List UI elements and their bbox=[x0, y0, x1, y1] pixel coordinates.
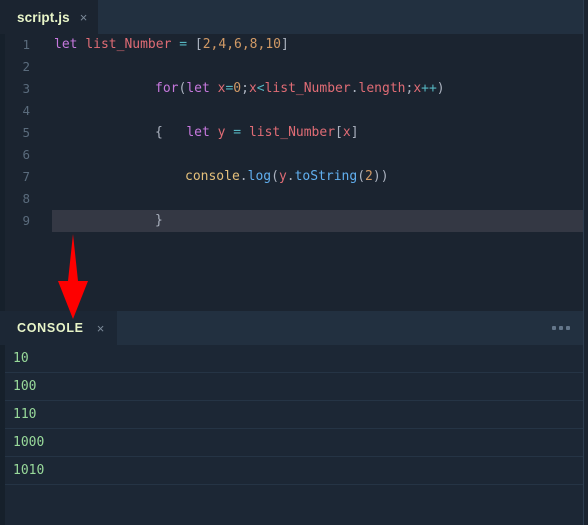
code-tokens: { let y = list_Number[x] bbox=[52, 122, 588, 144]
code-tokens: let list_Number = [2,4,6,8,10] bbox=[52, 34, 588, 56]
console-output-row: 110 bbox=[0, 401, 588, 429]
code-line[interactable]: 7 console.log(y.toString(2)) bbox=[0, 166, 588, 188]
code-token: ( bbox=[357, 169, 366, 184]
console-header-bar: CONSOLE × bbox=[0, 311, 588, 345]
code-token: { bbox=[155, 125, 163, 140]
code-token: console bbox=[185, 169, 240, 184]
code-token: length bbox=[358, 81, 406, 96]
code-token: . bbox=[286, 169, 295, 184]
code-token: x bbox=[342, 125, 351, 140]
code-line-content: console.log(y.toString(2)) bbox=[52, 166, 588, 188]
console-header-empty-space bbox=[117, 311, 588, 345]
editor-tab-bar: script.js × bbox=[0, 0, 588, 34]
code-line-content: { let y = list_Number[x] bbox=[52, 122, 588, 144]
line-number: 3 bbox=[22, 81, 30, 96]
code-token: list_Number bbox=[264, 81, 351, 96]
tab-label: script.js bbox=[17, 9, 70, 25]
code-token: let bbox=[54, 37, 86, 52]
code-line[interactable]: 2 bbox=[0, 56, 588, 78]
code-token: ] bbox=[281, 37, 289, 52]
code-tokens: } bbox=[52, 210, 588, 232]
right-edge-fill bbox=[584, 0, 588, 525]
code-token: ) bbox=[436, 81, 445, 96]
console-output-row: 1010 bbox=[0, 457, 588, 485]
code-lines-container: 1 let list_Number = [2,4,6,8,10] 2 3 for(let… bbox=[0, 34, 588, 232]
code-token: list_Number bbox=[248, 125, 336, 140]
code-token: 2,4,6,8,10 bbox=[202, 37, 281, 52]
code-line[interactable]: 3 for(let x=0;x<list_Number.length;x++) bbox=[0, 78, 588, 100]
line-number: 9 bbox=[22, 213, 30, 228]
code-token: = bbox=[179, 37, 195, 52]
code-token: } bbox=[155, 213, 163, 228]
code-line-content bbox=[52, 144, 588, 166]
line-number: 6 bbox=[22, 147, 30, 162]
code-line[interactable]: 6 bbox=[0, 144, 588, 166]
code-editor-area[interactable]: 1 let list_Number = [2,4,6,8,10] 2 3 for(let… bbox=[0, 34, 588, 311]
code-token: 2 bbox=[365, 169, 373, 184]
code-token: ( bbox=[271, 169, 279, 184]
code-token: y bbox=[278, 169, 287, 184]
editor-pane: script.js × 1 let list_Number = [2,4,6,8,… bbox=[0, 0, 588, 311]
console-output-row: 10 bbox=[0, 345, 588, 373]
line-number: 1 bbox=[22, 37, 30, 52]
code-line-content bbox=[52, 56, 588, 78]
code-line[interactable]: 9} bbox=[0, 210, 588, 232]
code-token: for bbox=[155, 81, 179, 96]
dot bbox=[552, 326, 556, 330]
line-number: 7 bbox=[22, 169, 30, 184]
more-options-icon[interactable] bbox=[552, 326, 570, 330]
code-line-content: } bbox=[52, 210, 588, 232]
console-output-list[interactable]: 10 100 110 1000 1010 bbox=[0, 345, 588, 525]
code-token: let bbox=[186, 81, 218, 96]
close-icon[interactable]: × bbox=[80, 11, 88, 24]
console-output-row: 100 bbox=[0, 373, 588, 401]
code-token: 0 bbox=[233, 81, 242, 96]
console-pane: CONSOLE × 10 100 110 1000 1010 bbox=[0, 311, 588, 525]
console-rows-container: 10 100 110 1000 1010 bbox=[0, 345, 588, 485]
code-token: ++ bbox=[421, 81, 437, 96]
code-tokens: console.log(y.toString(2)) bbox=[52, 166, 588, 188]
tab-bar-empty-space bbox=[98, 0, 588, 34]
code-token: y bbox=[217, 125, 234, 140]
console-output-row: 1000 bbox=[0, 429, 588, 457]
code-line-content bbox=[52, 100, 588, 122]
line-number: 4 bbox=[22, 103, 30, 118]
console-tab-label: CONSOLE bbox=[17, 321, 84, 335]
code-line[interactable]: 4 bbox=[0, 100, 588, 122]
code-token: < bbox=[256, 81, 265, 96]
code-token: ; bbox=[241, 81, 249, 96]
code-token: . bbox=[239, 169, 248, 184]
dot bbox=[559, 326, 563, 330]
console-left-gutter-strip bbox=[0, 345, 5, 525]
code-token: = bbox=[233, 125, 249, 140]
right-edge-border bbox=[583, 0, 584, 525]
close-icon[interactable]: × bbox=[97, 322, 105, 335]
code-line-content: for(let x=0;x<list_Number.length;x++) bbox=[52, 78, 588, 100]
tab-console[interactable]: CONSOLE × bbox=[5, 311, 118, 345]
code-token: . bbox=[350, 81, 359, 96]
code-line-content bbox=[52, 188, 588, 210]
code-token: log bbox=[247, 169, 272, 184]
code-line[interactable]: 5 { let y = list_Number[x] bbox=[0, 122, 588, 144]
code-tokens: for(let x=0;x<list_Number.length;x++) bbox=[52, 78, 588, 100]
line-number: 5 bbox=[22, 125, 30, 140]
line-number: 2 bbox=[22, 59, 30, 74]
code-line[interactable]: 8 bbox=[0, 188, 588, 210]
code-line[interactable]: 1 let list_Number = [2,4,6,8,10] bbox=[0, 34, 588, 56]
line-number: 8 bbox=[22, 191, 30, 206]
code-token: x bbox=[413, 81, 422, 96]
code-editor-app: script.js × 1 let list_Number = [2,4,6,8,… bbox=[0, 0, 588, 525]
code-token: [ bbox=[335, 125, 343, 140]
code-token: )) bbox=[372, 169, 389, 184]
code-token: toString bbox=[294, 169, 358, 184]
code-token: list_Number bbox=[85, 37, 180, 52]
code-token: let bbox=[186, 125, 218, 140]
code-line-content: let list_Number = [2,4,6,8,10] bbox=[52, 34, 588, 56]
code-token: x bbox=[248, 81, 257, 96]
code-token: ] bbox=[350, 125, 359, 140]
dot bbox=[566, 326, 570, 330]
tab-script-js[interactable]: script.js × bbox=[5, 0, 99, 34]
code-token: [ bbox=[194, 37, 203, 52]
